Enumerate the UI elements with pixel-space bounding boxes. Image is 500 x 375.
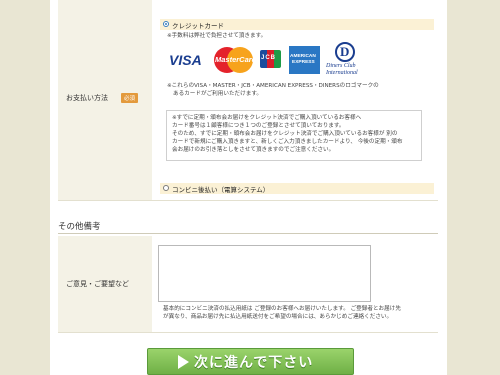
comment-textarea[interactable] xyxy=(158,245,371,302)
payment-slip-note-line1: 基本的にコンビニ決済の払込用紙は ご登録のお客様へお届けいたします。 ご登録者と… xyxy=(163,306,401,312)
next-button-label: 次に進んで下さい xyxy=(194,355,314,371)
notice-line: カードで新規にご購入頂きますと、新しくご入力頂きましたカードより、 今後の定期・… xyxy=(172,139,403,145)
payment-slip-note-line2: が異なり、商品お届け先に払込用紙送付をご希望の場合には、あらかじめご連絡ください… xyxy=(163,314,393,320)
accepted-cards-note-line2: あるカードがご利用いただけます。 xyxy=(173,91,262,97)
payment-method-label: お支払い方法 xyxy=(66,94,108,102)
mastercard-logo: MasterCard xyxy=(211,46,256,74)
amex-logo: AMERICAN EXPRESS xyxy=(289,46,320,74)
section-underline xyxy=(58,233,438,234)
jcb-logo: JCB xyxy=(260,50,281,68)
convenience-store-option-label[interactable]: コンビニ後払い（電算システム） xyxy=(172,184,269,194)
convenience-store-radio[interactable] xyxy=(163,185,169,191)
credit-card-option-label[interactable]: クレジットカード xyxy=(172,20,224,30)
visa-logo: VISA xyxy=(169,52,202,68)
next-button[interactable]: 次に進んで下さい xyxy=(147,348,354,375)
diners-club-logo: D Diners Club International xyxy=(326,42,358,76)
credit-card-radio[interactable] xyxy=(163,21,169,27)
notice-line: ※すでに定期・頒布会お届けをクレジット決済でご購入頂いているお客様へ xyxy=(172,115,362,121)
divider xyxy=(58,332,438,333)
section-title: その他備考 xyxy=(58,222,101,232)
divider xyxy=(58,200,438,201)
existing-customer-notice: ※すでに定期・頒布会お届けをクレジット決済でご購入頂いているお客様へ カード番号… xyxy=(166,110,422,161)
comment-label: ご意見・ご要望など xyxy=(66,280,129,288)
notice-line: そのため、すでに定期・頒布会お届けをクレジット決済でご購入頂いているお客様が 別… xyxy=(172,131,398,137)
accepted-cards-note-line1: ※これらのVISA・MASTER・JCB・AMERICAN EXPRESS・DI… xyxy=(167,83,379,89)
play-arrow-icon xyxy=(178,355,189,369)
fee-note: ※手数料は弊社で負担させて頂きます。 xyxy=(167,33,267,39)
diners-mark: D xyxy=(335,42,355,62)
notice-line: 会お届けのお引き落としをさせて頂きますのでご注意ください。 xyxy=(172,147,335,153)
notice-line: カード番号は１顧客様につき１つのご登録とさせて頂いております。 xyxy=(172,123,345,129)
required-badge: 必須 xyxy=(121,93,139,103)
